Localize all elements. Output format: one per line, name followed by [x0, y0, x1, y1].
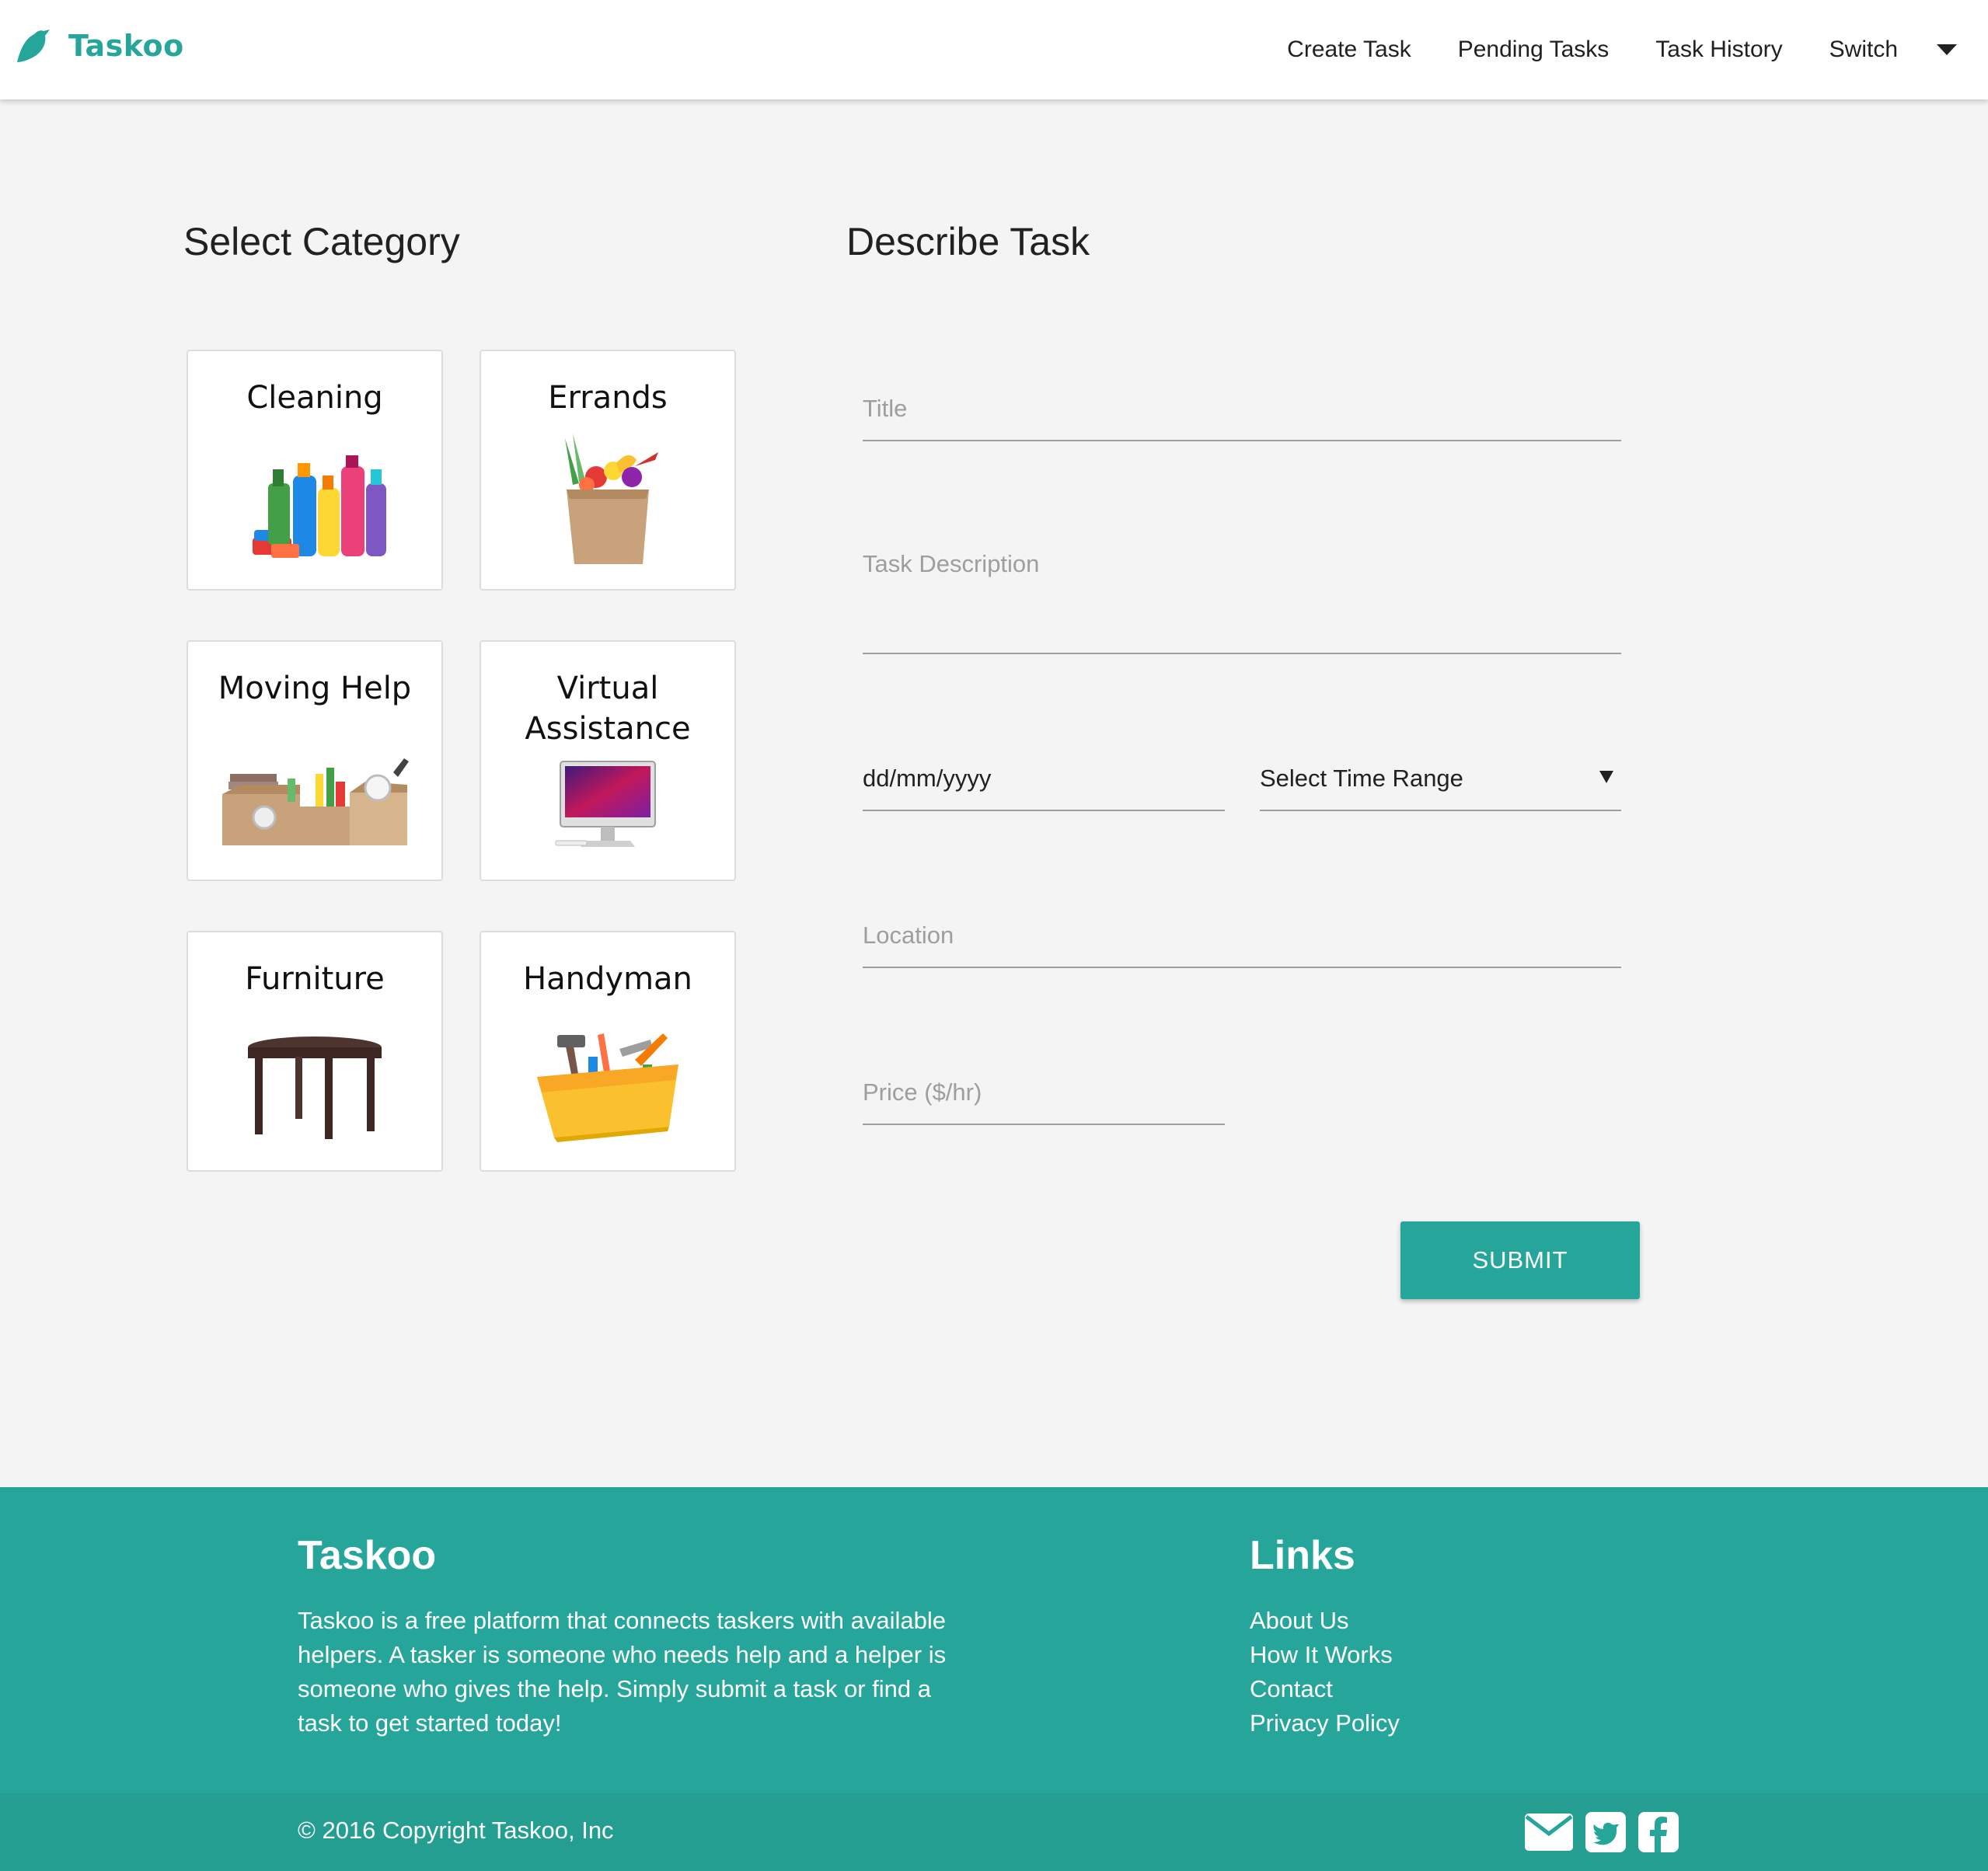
- location-field: [863, 901, 1621, 968]
- category-card-errands[interactable]: Errands: [480, 350, 736, 591]
- category-label: Virtual Assistance: [525, 671, 691, 747]
- task-description-input[interactable]: [863, 550, 1621, 578]
- bird-logo-icon: [17, 30, 50, 62]
- brand[interactable]: Taskoo: [14, 26, 184, 65]
- footer-title: Taskoo: [298, 1533, 437, 1578]
- moving-boxes-icon: [188, 751, 441, 852]
- brand-name: Taskoo: [68, 29, 184, 63]
- select-category-heading: Select Category: [183, 220, 460, 263]
- footer-link-about-us[interactable]: About Us: [1250, 1604, 1400, 1638]
- category-card-moving-help[interactable]: Moving Help: [187, 640, 443, 881]
- time-range-field: Select Time Range: [1260, 740, 1621, 811]
- location-input[interactable]: [863, 922, 1621, 949]
- describe-task-heading: Describe Task: [846, 220, 1090, 263]
- date-input[interactable]: [863, 765, 1225, 793]
- grocery-bag-icon: [481, 429, 734, 569]
- navbar: Taskoo Create Task Pending Tasks Task Hi…: [0, 0, 1988, 99]
- category-label: Moving Help: [218, 671, 412, 706]
- category-card-cleaning[interactable]: Cleaning: [187, 350, 443, 591]
- price-field: [863, 1058, 1225, 1125]
- submit-button[interactable]: SUBMIT: [1400, 1221, 1640, 1299]
- footer-links-title: Links: [1250, 1533, 1355, 1578]
- task-description-field: [863, 531, 1621, 654]
- category-label: Errands: [548, 380, 668, 416]
- footer-bottom-bar: © 2016 Copyright Taskoo, Inc: [0, 1793, 1988, 1871]
- computer-monitor-icon: [481, 758, 734, 852]
- title-field: [863, 373, 1621, 441]
- category-label: Handyman: [523, 961, 692, 997]
- nav-task-history[interactable]: Task History: [1655, 37, 1782, 63]
- price-input[interactable]: [863, 1078, 1225, 1106]
- table-icon: [188, 1033, 441, 1142]
- footer-links: About Us How It Works Contact Privacy Po…: [1250, 1604, 1400, 1740]
- footer: Taskoo Taskoo is a free platform that co…: [0, 1487, 1988, 1871]
- category-label: Cleaning: [246, 380, 383, 416]
- date-field: [863, 740, 1225, 811]
- envelope-icon[interactable]: [1525, 1814, 1573, 1851]
- category-label: Furniture: [245, 961, 385, 997]
- caret-down-icon[interactable]: [1599, 771, 1613, 783]
- footer-link-contact[interactable]: Contact: [1250, 1672, 1400, 1706]
- nav-create-task[interactable]: Create Task: [1287, 37, 1411, 63]
- caret-down-icon[interactable]: [1937, 44, 1957, 55]
- facebook-icon[interactable]: [1638, 1812, 1679, 1852]
- nav-switch[interactable]: Switch: [1829, 37, 1898, 63]
- twitter-icon[interactable]: [1585, 1812, 1626, 1852]
- time-range-select[interactable]: Select Time Range: [1260, 765, 1621, 793]
- category-card-virtual-assistance[interactable]: Virtual Assistance: [480, 640, 736, 881]
- copyright: © 2016 Copyright Taskoo, Inc: [298, 1817, 614, 1844]
- title-input[interactable]: [863, 395, 1621, 423]
- footer-link-privacy-policy[interactable]: Privacy Policy: [1250, 1706, 1400, 1740]
- category-card-handyman[interactable]: Handyman: [480, 931, 736, 1172]
- toolbox-icon: [481, 1026, 734, 1142]
- footer-description: Taskoo is a free platform that connects …: [298, 1607, 947, 1737]
- nav-links: Create Task Pending Tasks Task History S…: [1287, 0, 1957, 99]
- category-card-furniture[interactable]: Furniture: [187, 931, 443, 1172]
- social-icons: [1525, 1812, 1691, 1852]
- cleaning-supplies-icon: [188, 452, 441, 569]
- nav-pending-tasks[interactable]: Pending Tasks: [1458, 37, 1610, 63]
- footer-link-how-it-works[interactable]: How It Works: [1250, 1638, 1400, 1672]
